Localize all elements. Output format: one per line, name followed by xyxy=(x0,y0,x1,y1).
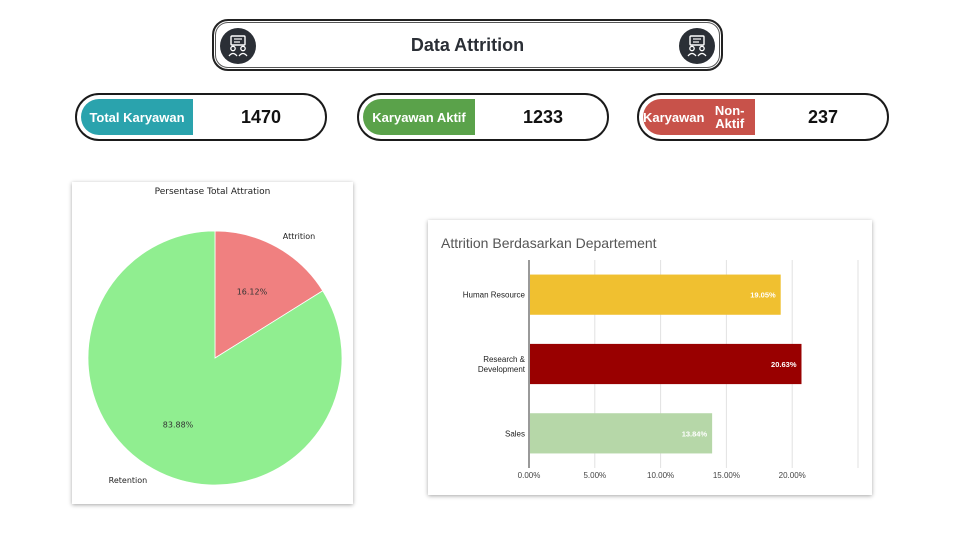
bar-x-tick-label: 10.00% xyxy=(647,471,674,480)
bar-category-label: Human Resource xyxy=(463,291,526,300)
kpi-label-line: Karyawan xyxy=(643,109,705,125)
title-banner: Data Attrition xyxy=(212,19,723,71)
kpi-card-karyawan-non-aktif: Karyawan Non-Aktif 237 xyxy=(637,93,889,141)
kpi-label: Total Karyawan xyxy=(81,99,193,135)
bar-rect xyxy=(530,343,802,385)
bar-x-tick-label: 0.00% xyxy=(518,471,541,480)
kpi-value: 237 xyxy=(807,107,839,127)
pie-category-label: Retention xyxy=(109,476,148,485)
pie-chart-panel: Persentase Total Attration 16.12% Attriti… xyxy=(72,182,353,504)
bar-category-label: Development xyxy=(478,365,526,374)
kpi-label-line: Non-Aktif xyxy=(714,103,745,131)
pie-chart: 16.12% Attrition 83.88% Retention xyxy=(87,230,343,486)
kpi-card-total-karyawan: Total Karyawan 1470 xyxy=(75,93,327,141)
pie-value-label: 83.88% xyxy=(163,421,194,430)
bar-category-label: Research & xyxy=(483,355,525,364)
bar-category-label: Sales xyxy=(505,429,525,438)
bar-value-label: 19.05% xyxy=(750,291,776,300)
kpi-value: 1233 xyxy=(522,107,564,127)
dashboard-page: Data Attrition Total Karyawan 1470 Karya… xyxy=(0,0,960,540)
page-title: Data Attrition xyxy=(410,35,525,55)
bar-x-tick-label: 15.00% xyxy=(713,471,740,480)
bar-value-label: 20.63% xyxy=(771,360,797,369)
kpi-label: Karyawan Aktif xyxy=(363,99,475,135)
kpi-value: 1470 xyxy=(240,107,282,127)
people-presentation-icon xyxy=(679,28,715,64)
bar-rect xyxy=(530,274,781,315)
bar-x-tick-label: 5.00% xyxy=(583,471,606,480)
kpi-label: Karyawan Non-Aktif xyxy=(643,99,755,135)
bar-chart: 0.00% 5.00% 10.00% 15.00% 20.00% 19.05% Human … xyxy=(463,260,859,480)
bar-x-tick-label: 20.00% xyxy=(779,471,806,480)
bar-value-label: 13.84% xyxy=(682,429,708,438)
pie-category-label: Attrition xyxy=(283,232,315,241)
bar-chart-panel: Attrition Berdasarkan Departement 0.00% 5… xyxy=(428,220,872,495)
kpi-card-karyawan-aktif: Karyawan Aktif 1233 xyxy=(357,93,609,141)
pie-value-label: 16.12% xyxy=(237,287,268,296)
